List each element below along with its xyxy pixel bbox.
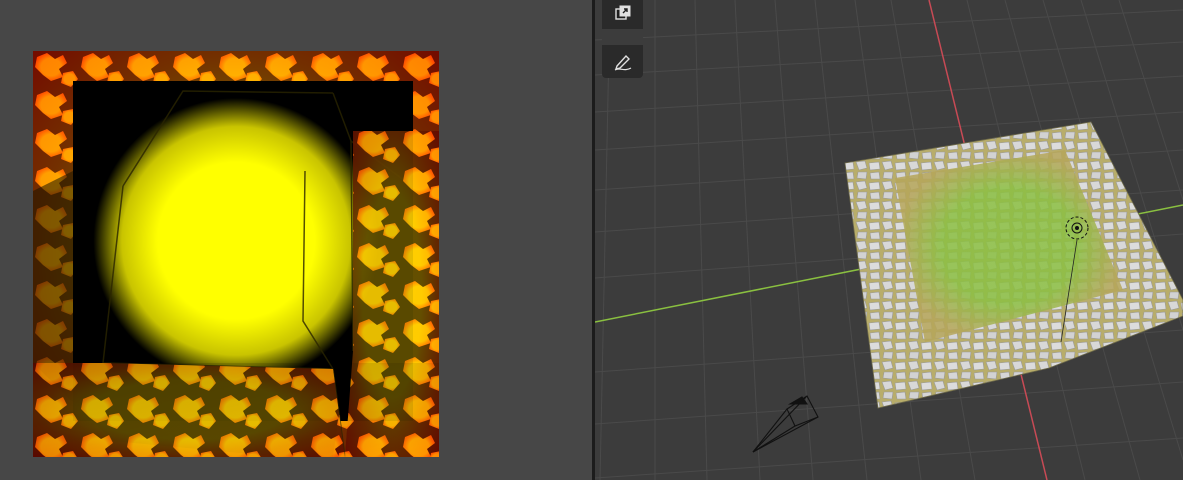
- tool-separator: [602, 29, 643, 45]
- tool-transform-button[interactable]: [602, 0, 643, 29]
- tool-annotate-button[interactable]: [602, 45, 643, 78]
- app-window: [0, 0, 1183, 480]
- annotate-icon: [614, 54, 631, 71]
- 3d-viewport[interactable]: [595, 0, 1183, 480]
- viewport-scene[interactable]: [595, 0, 1183, 480]
- texture-image[interactable]: [33, 51, 439, 457]
- image-editor-area[interactable]: [0, 0, 592, 480]
- tool-panel: [602, 0, 643, 78]
- transform-icon: [614, 5, 630, 20]
